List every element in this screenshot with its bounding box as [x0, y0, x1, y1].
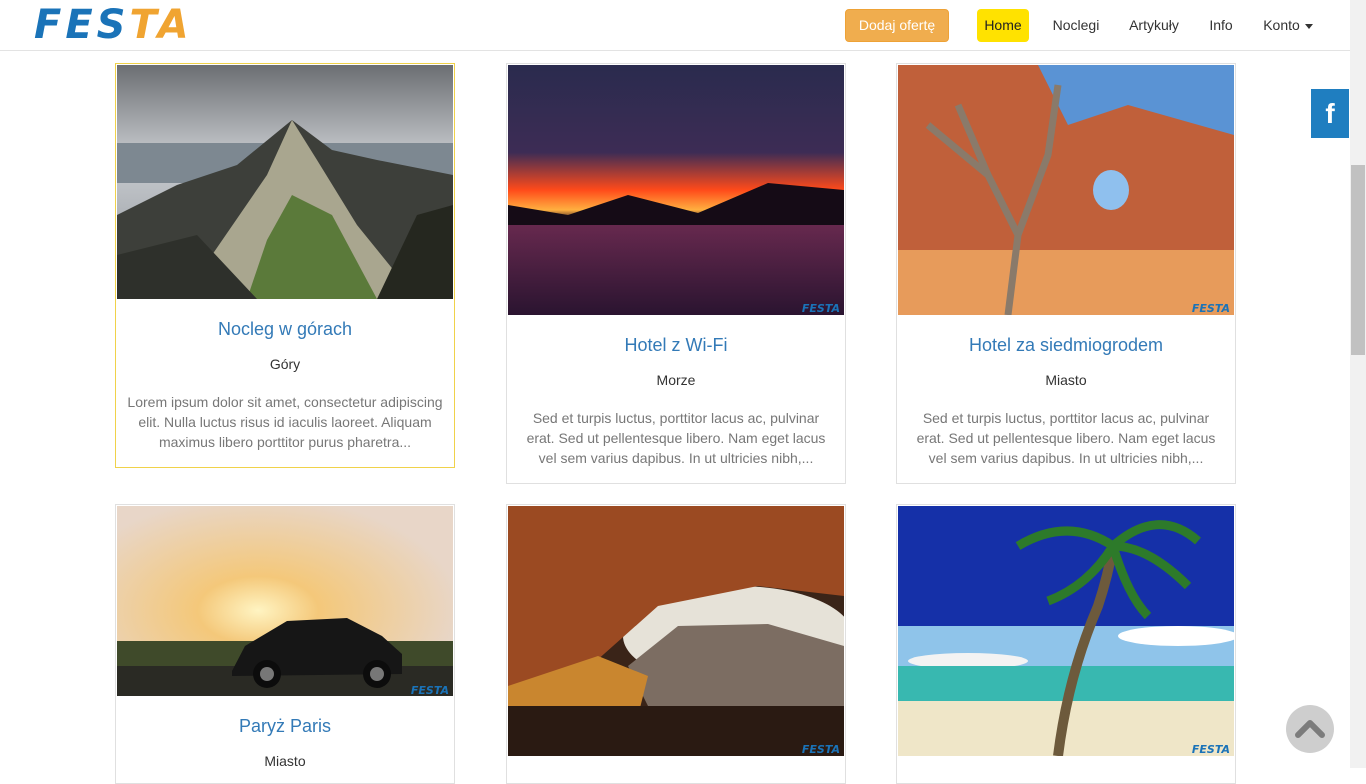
- nav-noclegi[interactable]: Noclegi: [1043, 9, 1109, 42]
- canyon-image: FESTA: [508, 506, 844, 756]
- scroll-to-top-button[interactable]: [1286, 705, 1334, 753]
- watermark-text: FESTA: [411, 684, 449, 696]
- logo-text-part2: TA: [129, 2, 193, 48]
- offer-description: Lorem ipsum dolor sit amet, consectetur …: [127, 394, 443, 450]
- nav-konto-label: Konto: [1263, 17, 1300, 33]
- offer-card[interactable]: Nocleg w górach Góry Lorem ipsum dolor s…: [115, 63, 455, 468]
- offer-card[interactable]: FESTA Hotel za siedmiogrodem Miasto Sed …: [896, 63, 1236, 484]
- offer-image[interactable]: FESTA: [508, 65, 844, 315]
- beach-image: FESTA: [898, 506, 1234, 756]
- offer-image[interactable]: FESTA: [117, 506, 453, 696]
- caret-down-icon: [1304, 23, 1313, 29]
- nav-home[interactable]: Home: [977, 9, 1029, 42]
- offer-card[interactable]: FESTA: [506, 504, 846, 784]
- offer-category: Miasto: [1045, 372, 1087, 388]
- offer-category: Morze: [656, 372, 696, 388]
- offer-image[interactable]: FESTA: [898, 65, 1234, 315]
- page-scrollbar[interactable]: [1350, 0, 1366, 768]
- offer-description: Sed et turpis luctus, porttitor lacus ac…: [916, 410, 1216, 466]
- offer-description: Sed et turpis luctus, porttitor lacus ac…: [526, 410, 826, 466]
- offer-category: Miasto: [264, 753, 306, 769]
- watermark-text: FESTA: [1192, 302, 1230, 315]
- sunset-image: FESTA: [508, 65, 844, 315]
- watermark-text: FESTA: [802, 302, 840, 315]
- offer-category: Góry: [269, 356, 301, 372]
- nav-konto-dropdown[interactable]: Konto: [1252, 9, 1324, 42]
- car-image: FESTA: [117, 506, 453, 696]
- offer-card[interactable]: FESTA Paryż Paris Miasto: [115, 504, 455, 784]
- watermark-text: FESTA: [1192, 743, 1230, 756]
- offer-title[interactable]: Hotel z Wi-Fi: [508, 335, 844, 356]
- offer-image[interactable]: FESTA: [508, 506, 844, 756]
- offer-image[interactable]: FESTA: [898, 506, 1234, 756]
- watermark-text: FESTA: [802, 743, 840, 756]
- nav-artykuly[interactable]: Artykuły: [1119, 9, 1189, 42]
- scrollbar-thumb[interactable]: [1351, 165, 1365, 355]
- top-navbar: FESTA Dodaj ofertę Home Noclegi Artykuły…: [0, 0, 1350, 51]
- offer-image[interactable]: [117, 65, 453, 299]
- nav-info[interactable]: Info: [1200, 9, 1242, 42]
- offer-title[interactable]: Paryż Paris: [117, 716, 453, 737]
- chevron-up-icon: [1295, 720, 1325, 738]
- add-offer-button[interactable]: Dodaj ofertę: [845, 9, 949, 42]
- offer-title[interactable]: Nocleg w górach: [117, 319, 453, 340]
- desert-image: FESTA: [898, 65, 1234, 315]
- mountain-image: [117, 65, 453, 299]
- facebook-icon[interactable]: f: [1311, 89, 1349, 138]
- offer-title[interactable]: Hotel za siedmiogrodem: [898, 335, 1234, 356]
- logo-text-part1: FES: [34, 2, 130, 48]
- festa-logo[interactable]: FESTA: [34, 2, 193, 48]
- offer-card[interactable]: FESTA Hotel z Wi-Fi Morze Sed et turpis …: [506, 63, 846, 484]
- offer-card[interactable]: FESTA: [896, 504, 1236, 784]
